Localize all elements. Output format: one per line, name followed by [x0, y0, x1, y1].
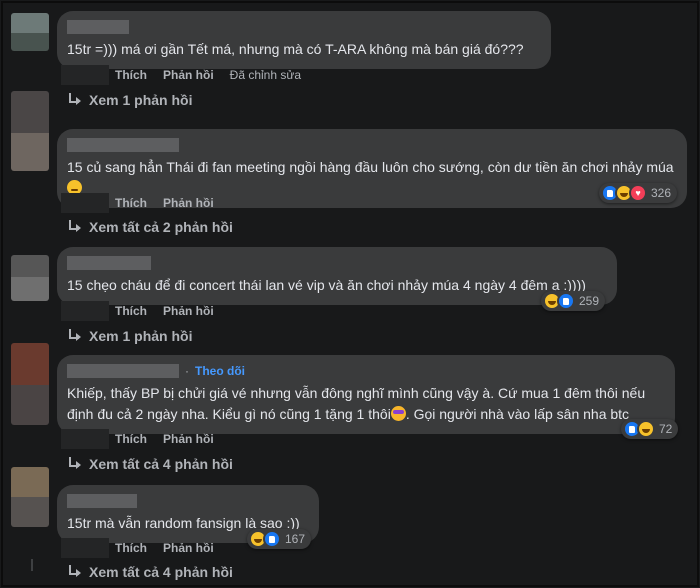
view-replies-link[interactable]: Xem tất cả 4 phản hồi [67, 563, 233, 581]
avatar[interactable] [11, 91, 49, 171]
comment-text: 15 chẹo cháu để đi concert thái lan vé v… [67, 277, 586, 293]
comment-bubble: 15tr =))) má ơi gần Tết má, nhưng mà có … [57, 11, 551, 69]
reply-button[interactable]: Phản hồi [163, 541, 214, 555]
like-icon [263, 530, 281, 548]
author-name-redacted[interactable] [67, 364, 179, 378]
follow-button[interactable]: Theo dõi [195, 364, 245, 378]
party-face-emoji-icon [390, 406, 406, 421]
view-replies-link[interactable]: Xem tất cả 4 phản hồi [67, 455, 233, 473]
author-name-redacted[interactable] [67, 256, 151, 270]
thread-line [31, 559, 33, 571]
like-button[interactable]: Thích [115, 432, 147, 446]
reaction-summary[interactable]: 326 [599, 183, 678, 203]
reply-arrow-icon [67, 457, 81, 471]
avatar[interactable] [11, 255, 49, 301]
avatar[interactable] [11, 13, 49, 51]
comment-section: 15tr =))) má ơi gần Tết má, nhưng mà có … [1, 1, 699, 587]
view-replies-link[interactable]: Xem tất cả 2 phản hồi [67, 218, 233, 236]
author-name-redacted[interactable] [67, 138, 179, 152]
like-button[interactable]: Thích [115, 541, 147, 555]
reaction-summary[interactable]: 167 [247, 529, 312, 549]
reaction-summary[interactable]: 72 [621, 419, 679, 439]
edited-label: Đã chỉnh sửa [229, 68, 302, 82]
love-icon [629, 184, 647, 202]
avatar[interactable] [11, 467, 49, 527]
comment-text: Khiếp, thấy BP bị chửi giá vé nhưng vẫn … [67, 385, 646, 422]
reply-button[interactable]: Phản hồi [163, 196, 214, 210]
view-replies-link[interactable]: Xem 1 phản hồi [67, 91, 192, 109]
comment-text: 15tr =))) má ơi gần Tết má, nhưng mà có … [67, 41, 524, 57]
haha-icon [637, 420, 655, 438]
like-button[interactable]: Thích [115, 68, 147, 82]
comment-actions: Thích Phản hồi [61, 193, 230, 213]
like-button[interactable]: Thích [115, 304, 147, 318]
author-name-redacted[interactable] [67, 494, 137, 508]
reply-arrow-icon [67, 329, 81, 343]
reply-button[interactable]: Phản hồi [163, 432, 214, 446]
reaction-count: 259 [579, 294, 600, 308]
comment-actions: Thích Phản hồi Đã chỉnh sửa [61, 65, 317, 85]
like-button[interactable]: Thích [115, 196, 147, 210]
reaction-count: 326 [651, 186, 672, 200]
comment-text: 15 củ sang hẳn Thái đi fan meeting ngồi … [67, 157, 675, 199]
avatar[interactable] [11, 343, 49, 425]
view-replies-link[interactable]: Xem 1 phản hồi [67, 327, 192, 345]
reaction-summary[interactable]: 259 [541, 291, 606, 311]
comment-actions: Thích Phản hồi [61, 301, 230, 321]
comment-bubble: · Theo dõi Khiếp, thấy BP bị chửi giá vé… [57, 355, 675, 434]
comment-actions: Thích Phản hồi [61, 429, 230, 449]
comment-actions: Thích Phản hồi [61, 538, 230, 558]
reply-button[interactable]: Phản hồi [163, 68, 214, 82]
like-icon [557, 292, 575, 310]
author-name-redacted[interactable] [67, 20, 129, 34]
reply-arrow-icon [67, 565, 81, 579]
reply-arrow-icon [67, 93, 81, 107]
comment-bubble: 15 chẹo cháu để đi concert thái lan vé v… [57, 247, 617, 305]
reply-button[interactable]: Phản hồi [163, 304, 214, 318]
reply-arrow-icon [67, 220, 81, 234]
reaction-count: 72 [659, 422, 673, 436]
reaction-count: 167 [285, 532, 306, 546]
